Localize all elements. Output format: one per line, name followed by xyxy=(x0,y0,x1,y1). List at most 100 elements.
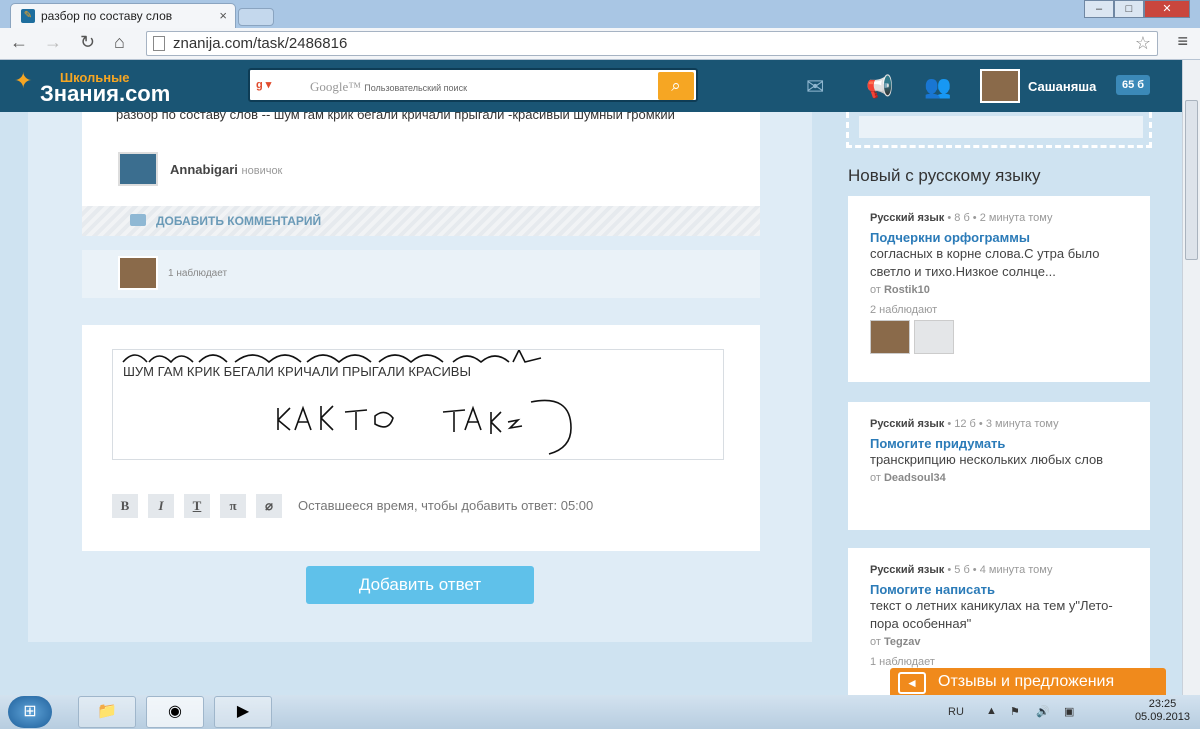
clock-time: 23:25 xyxy=(1148,698,1177,710)
observer-avatar[interactable] xyxy=(118,256,158,290)
task-desc[interactable]: текст о летних каникулах на тем у"Лето-п… xyxy=(870,597,1128,633)
address-bar[interactable]: znanija.com/task/2486816 ☆ xyxy=(146,31,1158,56)
browser-toolbar: ← → ↻ ⌂ znanija.com/task/2486816 ☆ ≡ xyxy=(0,28,1200,60)
task-observers: 2 наблюдают xyxy=(870,304,938,316)
announcements-icon[interactable]: 📢 xyxy=(866,74,893,100)
main-column: разбор по составу слов -- шум гам крик б… xyxy=(28,112,812,642)
author-avatar[interactable] xyxy=(118,152,158,186)
observer-avatar[interactable] xyxy=(914,320,954,354)
page-scrollbar[interactable] xyxy=(1182,60,1200,695)
back-arrow-icon[interactable]: ← xyxy=(10,32,28,53)
add-answer-button[interactable]: Добавить ответ xyxy=(306,566,534,604)
task-desc[interactable]: транскрипцию нескольких любых слов xyxy=(870,451,1128,469)
handwriting-drawing xyxy=(122,350,572,455)
maximize-button[interactable]: □ xyxy=(1114,0,1144,18)
task-link[interactable]: Помогите написать xyxy=(870,582,1128,597)
scrollbar-thumb[interactable] xyxy=(1185,100,1198,260)
feedback-label: Отзывы и предложения xyxy=(938,673,1115,690)
task-time: 2 минута тому xyxy=(979,212,1053,224)
volume-icon[interactable]: 🔊 xyxy=(1036,705,1050,718)
tab-close-icon[interactable]: × xyxy=(219,8,227,23)
page-icon xyxy=(153,36,165,51)
question-text: разбор по составу слов -- шум гам крик б… xyxy=(116,112,675,122)
task-time: 4 минута тому xyxy=(979,564,1053,576)
task-author[interactable]: Tegzav xyxy=(884,636,920,648)
reload-icon[interactable]: ↻ xyxy=(80,32,95,53)
observers-bar: 1 наблюдает xyxy=(82,250,760,298)
clock-date: 05.09.2013 xyxy=(1134,711,1190,723)
task-subject[interactable]: Русский язык xyxy=(870,564,944,576)
browser-tab[interactable]: ✎ разбор по составу слов × xyxy=(10,3,236,28)
underline-button[interactable]: T xyxy=(184,494,210,518)
user-avatar[interactable] xyxy=(980,69,1020,103)
question-card: разбор по составу слов -- шум гам крик б… xyxy=(82,112,760,236)
tray-expand-icon[interactable]: ▲ xyxy=(986,705,997,717)
task-from: от xyxy=(870,636,881,648)
add-answer-label: Добавить ответ xyxy=(358,575,482,594)
task-subject[interactable]: Русский язык xyxy=(870,418,944,430)
minimize-button[interactable]: – xyxy=(1084,0,1114,18)
answer-editor[interactable]: ШУМ ГАМ КРИК БЕГАЛИ КРИЧАЛИ ПРЫГАЛИ КРАС… xyxy=(112,349,724,460)
forward-arrow-icon[interactable]: → xyxy=(44,32,62,53)
network-icon[interactable]: ▣ xyxy=(1064,705,1074,718)
observers-count: 1 наблюдает xyxy=(168,268,228,279)
task-author[interactable]: Rostik10 xyxy=(884,284,930,296)
task-desc[interactable]: согласных в корне слова.С утра было свет… xyxy=(870,245,1128,281)
explorer-icon[interactable]: 📁 xyxy=(78,696,136,728)
google-icon: g ▾ xyxy=(256,79,272,91)
answer-card: ШУМ ГАМ КРИК БЕГАЛИ КРИЧАЛИ ПРЫГАЛИ КРАС… xyxy=(82,325,760,551)
author-name[interactable]: Annabigari xyxy=(170,162,238,177)
task-card: Русский язык • 12 б • 3 минута тому Помо… xyxy=(848,402,1150,530)
bookmark-star-icon[interactable]: ☆ xyxy=(1135,33,1151,54)
bold-button[interactable]: B xyxy=(112,494,138,518)
friends-icon[interactable]: 👥 xyxy=(924,74,951,100)
new-tab-button[interactable] xyxy=(238,8,274,26)
comment-icon xyxy=(130,214,146,226)
task-points: 12 б xyxy=(954,418,976,430)
add-comment-label[interactable]: ДОБАВИТЬ КОММЕНТАРИЙ xyxy=(156,214,321,228)
page-content: разбор по составу слов -- шум гам крик б… xyxy=(0,112,1182,695)
attach-button[interactable]: ⌀ xyxy=(256,494,282,518)
feedback-button[interactable]: ◄ Отзывы и предложения xyxy=(890,668,1166,698)
task-points: 8 б xyxy=(954,212,970,224)
url-text: znanija.com/task/2486816 xyxy=(173,35,348,52)
sidebar-top-box xyxy=(846,112,1152,148)
chrome-icon[interactable]: ◉ xyxy=(146,696,204,728)
site-header: ✦ Школьные Знания.com g ▾ Google™ Пользо… xyxy=(0,60,1182,112)
search-box[interactable]: g ▾ Google™ Пользовательский поиск ⌕ xyxy=(248,68,698,102)
megaphone-icon: ◄ xyxy=(898,672,926,694)
window-controls: – □ ✕ xyxy=(1084,0,1190,20)
taskbar: ⊞ 📁 ◉ ▶ RU ▲ ⚑ 🔊 ▣ 23:25 05.09.2013 xyxy=(0,695,1200,729)
task-from: от xyxy=(870,472,881,484)
close-window-button[interactable]: ✕ xyxy=(1144,0,1190,18)
logo-icon: ✦ xyxy=(14,68,33,93)
flag-icon[interactable]: ⚑ xyxy=(1010,705,1020,718)
task-author[interactable]: Deadsoul34 xyxy=(884,472,946,484)
task-link[interactable]: Помогите придумать xyxy=(870,436,1128,451)
sidebar-title: Новый с русскому языку xyxy=(848,166,1041,185)
home-icon[interactable]: ⌂ xyxy=(114,32,125,53)
language-indicator[interactable]: RU xyxy=(948,706,964,718)
site-favicon-icon: ✎ xyxy=(21,9,35,23)
formula-button[interactable]: π xyxy=(220,494,246,518)
start-button[interactable]: ⊞ xyxy=(8,696,52,728)
username[interactable]: Сашаняша xyxy=(1028,79,1096,94)
task-from: от xyxy=(870,284,881,296)
sidebar: Новый с русскому языку Русский язык • 8 … xyxy=(846,112,1152,695)
menu-icon[interactable]: ≡ xyxy=(1177,31,1188,52)
tab-title: разбор по составу слов xyxy=(41,9,173,23)
task-link[interactable]: Подчеркни орфограммы xyxy=(870,230,1128,245)
observer-avatar[interactable] xyxy=(870,320,910,354)
messages-icon[interactable]: ✉ xyxy=(806,74,824,100)
task-subject[interactable]: Русский язык xyxy=(870,212,944,224)
author-rank: новичок xyxy=(241,165,283,177)
search-button[interactable]: ⌕ xyxy=(658,72,694,100)
clock[interactable]: 23:25 05.09.2013 xyxy=(1135,698,1190,724)
search-brand: Google™ xyxy=(310,79,362,94)
italic-button[interactable]: I xyxy=(148,494,174,518)
add-comment-bar[interactable]: ДОБАВИТЬ КОММЕНТАРИЙ xyxy=(82,206,760,236)
task-card: Русский язык • 8 б • 2 минута тому Подче… xyxy=(848,196,1150,382)
logo-main-text[interactable]: Знания.com xyxy=(40,81,170,107)
search-placeholder: Пользовательский поиск xyxy=(364,83,468,93)
media-player-icon[interactable]: ▶ xyxy=(214,696,272,728)
